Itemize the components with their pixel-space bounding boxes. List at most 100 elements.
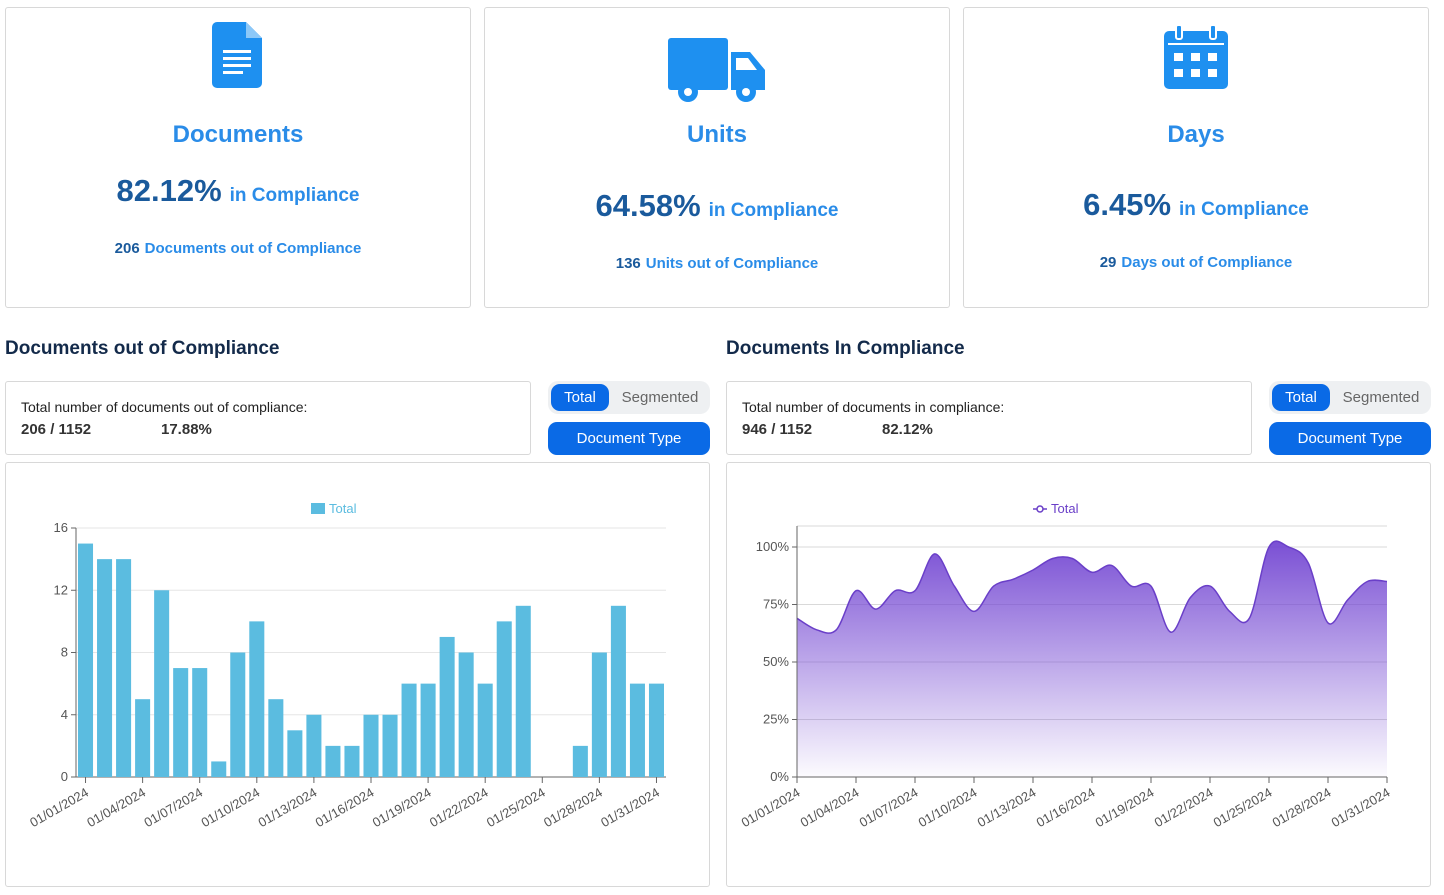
out-text: Documents out of Compliance bbox=[144, 240, 362, 257]
documents-card: Documents 82.12% in Compliance 206 Documen… bbox=[5, 7, 471, 308]
out-of-compliance-line: 29 Days out of Compliance bbox=[964, 254, 1428, 272]
bar bbox=[173, 668, 189, 777]
x-tick-label: 01/31/2024 bbox=[1329, 785, 1393, 831]
segmented-toggle-button[interactable]: Segmented bbox=[1333, 384, 1429, 411]
area-chart: 0% 25% 50% 75% 100% 01/01/202401/04/202401/07… bbox=[739, 501, 1393, 831]
bar bbox=[629, 683, 645, 777]
bar bbox=[610, 605, 626, 777]
bar bbox=[572, 745, 588, 777]
view-toggle: Total Segmented bbox=[1269, 381, 1431, 414]
x-tick-label: 01/22/2024 bbox=[1152, 785, 1216, 831]
y-tick-label: 4 bbox=[61, 707, 68, 722]
bar bbox=[306, 714, 322, 777]
x-tick-label: 01/01/2024 bbox=[739, 785, 803, 831]
total-toggle-button[interactable]: Total bbox=[1272, 384, 1330, 411]
bar bbox=[211, 761, 227, 777]
bar bbox=[192, 668, 208, 777]
compliance-line: 64.58% in Compliance bbox=[485, 188, 949, 224]
total-toggle-button[interactable]: Total bbox=[551, 384, 609, 411]
out-count: 206 bbox=[114, 240, 140, 257]
x-tick-label: 01/28/2024 bbox=[541, 785, 605, 831]
bar bbox=[363, 714, 379, 777]
segmented-toggle-button[interactable]: Segmented bbox=[612, 384, 708, 411]
bar bbox=[382, 714, 398, 777]
bar bbox=[496, 621, 512, 777]
legend-label: Total bbox=[329, 501, 357, 516]
y-tick-label: 100% bbox=[756, 539, 790, 554]
days-card: Days 6.45% in Compliance 29 Days out of Co… bbox=[963, 7, 1429, 308]
bar bbox=[78, 543, 94, 777]
compliance-percent: 6.45% bbox=[1083, 187, 1172, 222]
y-tick-label: 8 bbox=[61, 645, 68, 660]
bar bbox=[401, 683, 417, 777]
document-type-button[interactable]: Document Type bbox=[1269, 422, 1431, 455]
compliance-suffix: in Compliance bbox=[1179, 199, 1309, 220]
bar bbox=[116, 559, 132, 777]
x-tick-label: 01/10/2024 bbox=[198, 785, 262, 831]
y-tick-label: 16 bbox=[54, 520, 68, 535]
in-compliance-title: Documents In Compliance bbox=[726, 338, 965, 359]
out-count: 29 bbox=[1099, 254, 1117, 271]
x-tick-label: 01/13/2024 bbox=[975, 785, 1039, 831]
calendar-icon bbox=[1164, 25, 1228, 89]
x-tick-label: 01/25/2024 bbox=[484, 785, 548, 831]
bar bbox=[287, 730, 303, 777]
x-tick-label: 01/04/2024 bbox=[798, 785, 862, 831]
y-tick-label: 75% bbox=[763, 597, 789, 612]
document-type-button[interactable]: Document Type bbox=[548, 422, 710, 455]
in-compliance-summary: Total number of documents in compliance:… bbox=[726, 381, 1252, 455]
document-icon bbox=[212, 22, 262, 88]
y-tick-label: 12 bbox=[54, 582, 68, 597]
bar bbox=[154, 590, 170, 777]
y-tick-label: 25% bbox=[763, 712, 789, 727]
compliance-percent: 82.12% bbox=[116, 173, 222, 208]
bar bbox=[420, 683, 436, 777]
x-tick-label: 01/16/2024 bbox=[313, 785, 377, 831]
out-of-compliance-chart: 0 4 8 12 16 01/01/2024 01/04/2024 01/07/2024 01/… bbox=[5, 462, 710, 887]
summary-percent: 17.88% bbox=[161, 421, 212, 438]
truck-icon bbox=[668, 38, 765, 102]
summary-label: Total number of documents out of complia… bbox=[21, 399, 308, 415]
out-of-compliance-line: 206 Documents out of Compliance bbox=[6, 240, 470, 258]
card-title: Documents bbox=[172, 121, 304, 148]
x-tick-label: 01/16/2024 bbox=[1034, 785, 1098, 831]
x-tick-label: 01/19/2024 bbox=[1093, 785, 1157, 831]
summary-label: Total number of documents in compliance: bbox=[742, 399, 1005, 415]
card-title: Units bbox=[687, 121, 747, 148]
y-tick-label: 50% bbox=[763, 654, 789, 669]
bar bbox=[648, 683, 664, 777]
bar bbox=[515, 605, 531, 777]
out-of-compliance-title: Documents out of Compliance bbox=[5, 338, 280, 359]
summary-percent: 82.12% bbox=[882, 421, 933, 438]
x-tick-label: 01/22/2024 bbox=[427, 785, 491, 831]
units-card: Units 64.58% in Compliance 136 Units out o… bbox=[484, 7, 950, 308]
x-tick-label: 01/31/2024 bbox=[598, 785, 662, 831]
x-tick-label: 01/13/2024 bbox=[256, 785, 320, 831]
x-tick-label: 01/07/2024 bbox=[857, 785, 921, 831]
compliance-percent: 64.58% bbox=[595, 188, 701, 223]
out-text: Units out of Compliance bbox=[645, 255, 819, 272]
bar bbox=[591, 652, 607, 777]
bar bbox=[477, 683, 493, 777]
bar bbox=[135, 699, 151, 777]
x-tick-label: 01/01/2024 bbox=[27, 785, 91, 831]
bar-chart: 048121601/01/202401/04/202401/07/202401/… bbox=[27, 501, 666, 831]
compliance-line: 6.45% in Compliance bbox=[964, 187, 1428, 223]
compliance-suffix: in Compliance bbox=[708, 200, 839, 221]
bar bbox=[325, 745, 341, 777]
bar bbox=[458, 652, 474, 777]
out-of-compliance-summary: Total number of documents out of complia… bbox=[5, 381, 531, 455]
legend-marker bbox=[1036, 505, 1044, 513]
legend-label: Total bbox=[1051, 501, 1079, 516]
summary-ratio: 206 / 1152 bbox=[21, 421, 92, 438]
y-tick-label: 0 bbox=[61, 769, 68, 784]
bar bbox=[439, 636, 455, 777]
bar bbox=[249, 621, 265, 777]
x-tick-label: 01/04/2024 bbox=[84, 785, 148, 831]
out-count: 136 bbox=[615, 255, 641, 272]
x-tick-label: 01/07/2024 bbox=[141, 785, 205, 831]
summary-ratio: 946 / 1152 bbox=[742, 421, 813, 438]
compliance-suffix: in Compliance bbox=[229, 185, 360, 206]
x-tick-label: 01/28/2024 bbox=[1270, 785, 1334, 831]
out-of-compliance-line: 136 Units out of Compliance bbox=[485, 255, 949, 273]
